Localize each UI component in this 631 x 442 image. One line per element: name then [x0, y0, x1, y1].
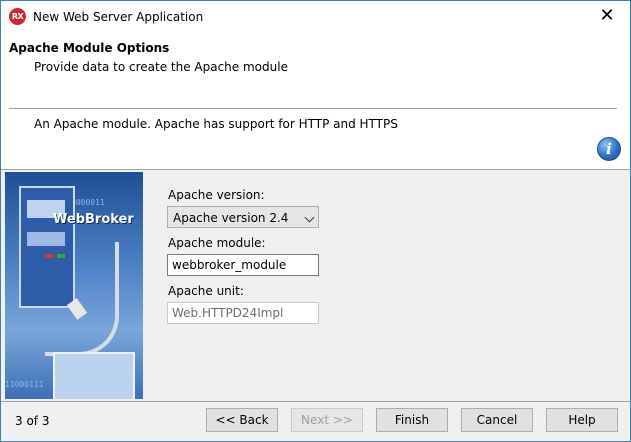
apache-version-value: Apache version 2.4	[173, 211, 289, 225]
title-bar[interactable]: RX New Web Server Application ✕	[1, 1, 630, 33]
binary-text-top: 0000011	[71, 198, 105, 207]
apache-module-input[interactable]	[167, 254, 319, 276]
back-button[interactable]: << Back	[206, 408, 278, 432]
page-description: An Apache module. Apache has support for…	[34, 117, 398, 131]
finish-button[interactable]: Finish	[376, 408, 448, 432]
info-icon[interactable]: i	[597, 137, 621, 161]
webbroker-logo-text: WebBroker	[53, 212, 134, 227]
page-title: Apache Module Options	[9, 41, 170, 55]
apache-unit-label: Apache unit:	[168, 284, 244, 298]
webbroker-illustration: 0000011 11000111 WebBroker	[5, 172, 143, 399]
header-divider	[9, 108, 617, 109]
help-button[interactable]: Help	[546, 408, 618, 432]
apache-version-label: Apache version:	[168, 188, 265, 202]
binary-text-bottom: 11000111	[5, 380, 44, 389]
footer-divider	[1, 401, 630, 402]
apache-module-label: Apache module:	[168, 236, 266, 250]
next-button: Next >>	[291, 408, 363, 432]
apache-version-select[interactable]: Apache version 2.4	[167, 206, 319, 228]
cable-illustration	[45, 242, 119, 356]
window-title: New Web Server Application	[33, 10, 204, 24]
dialog-window: RX New Web Server Application ✕ Apache M…	[0, 0, 631, 442]
close-button[interactable]: ✕	[584, 1, 630, 33]
apache-unit-input	[167, 302, 319, 324]
client-illustration	[53, 352, 135, 399]
step-indicator: 3 of 3	[15, 414, 50, 428]
app-icon: RX	[9, 8, 26, 25]
page-subtitle: Provide data to create the Apache module	[34, 60, 288, 74]
cancel-button[interactable]: Cancel	[461, 408, 533, 432]
header-panel: Apache Module Options Provide data to cr…	[1, 33, 630, 170]
chevron-down-icon	[304, 212, 315, 223]
close-icon: ✕	[599, 5, 615, 26]
